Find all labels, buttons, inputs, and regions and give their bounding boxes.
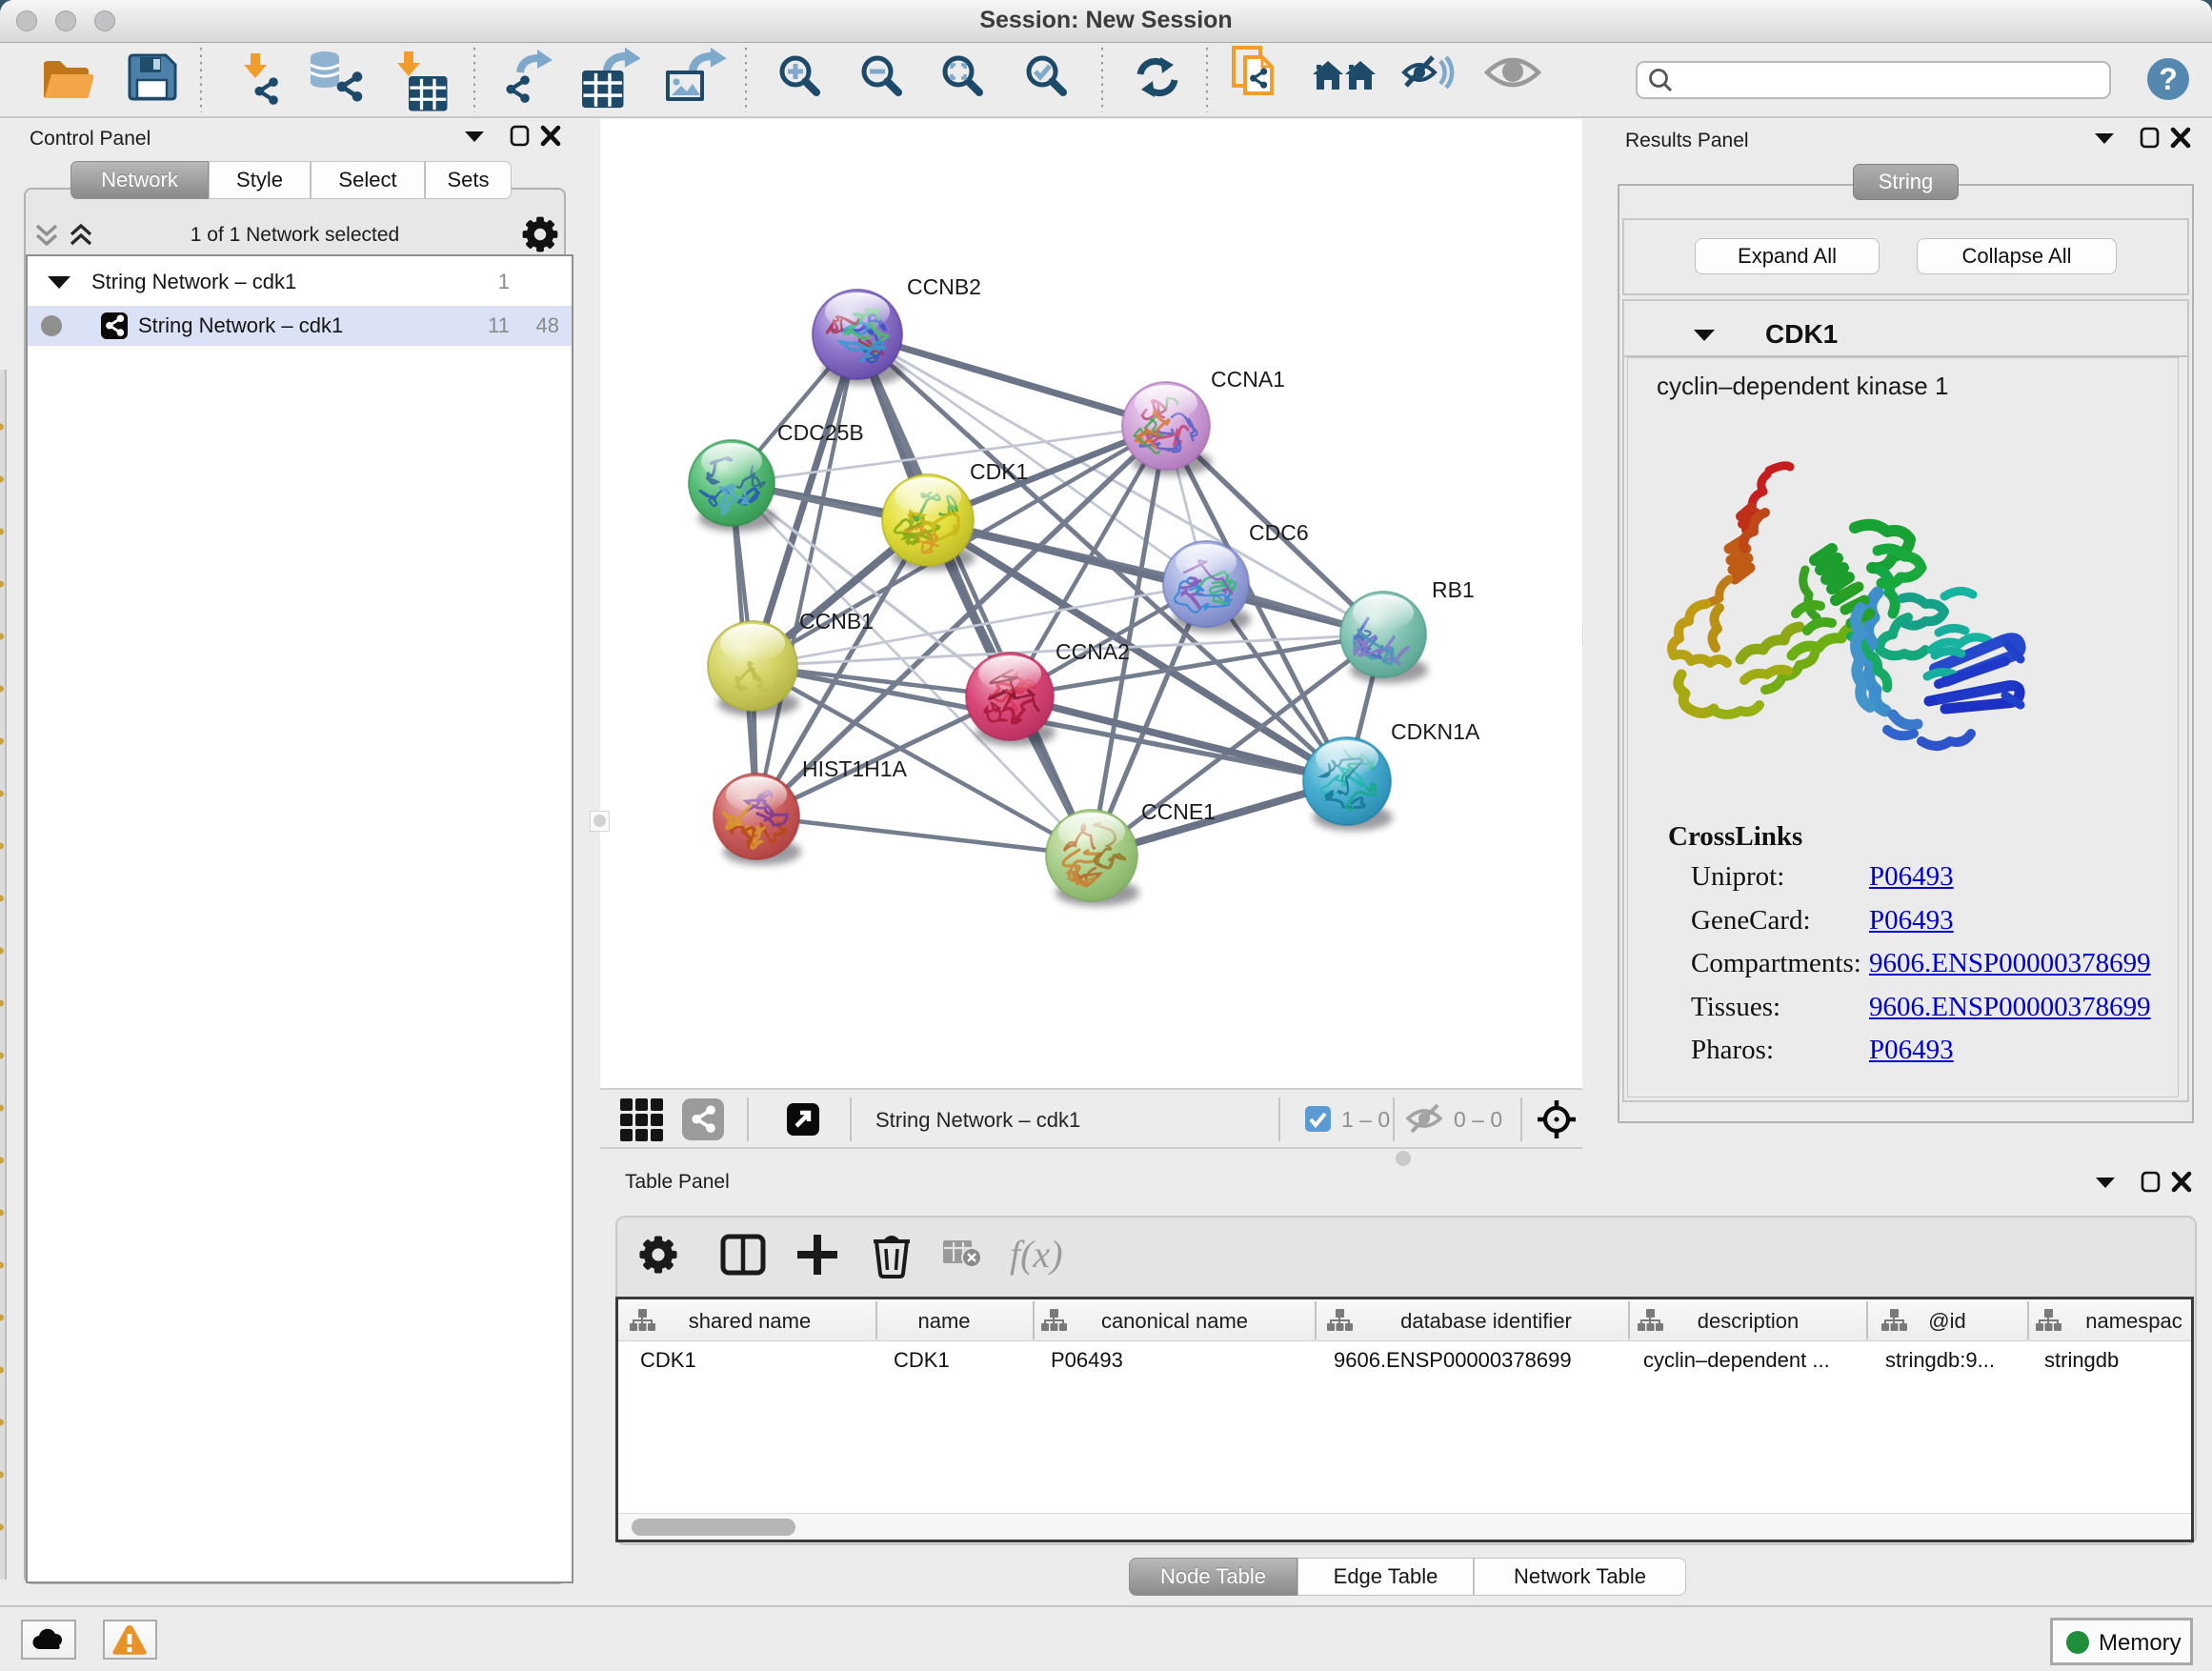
svg-text:CCNA1: CCNA1 bbox=[1211, 367, 1285, 392]
svg-text:String Network – cdk1: String Network – cdk1 bbox=[875, 1108, 1080, 1132]
svg-text:CDC6: CDC6 bbox=[1249, 520, 1309, 545]
svg-text:database identifier: database identifier bbox=[1400, 1309, 1572, 1333]
svg-text:canonical name: canonical name bbox=[1101, 1309, 1248, 1333]
svg-text:name: name bbox=[917, 1309, 970, 1333]
svg-text:f(x): f(x) bbox=[1010, 1233, 1063, 1276]
svg-text:CCNE1: CCNE1 bbox=[1141, 799, 1216, 824]
svg-text:CCNA2: CCNA2 bbox=[1056, 639, 1130, 664]
svg-text:1 – 0: 1 – 0 bbox=[1341, 1107, 1390, 1132]
svg-text:CDC25B: CDC25B bbox=[777, 420, 864, 445]
svg-text:CCNB2: CCNB2 bbox=[907, 274, 981, 299]
svg-text:CDKN1A: CDKN1A bbox=[1391, 719, 1480, 744]
svg-text:CDK1: CDK1 bbox=[970, 459, 1028, 484]
svg-text:@id: @id bbox=[1928, 1309, 1965, 1333]
svg-text:CCNB1: CCNB1 bbox=[799, 609, 874, 634]
svg-text:0 – 0: 0 – 0 bbox=[1454, 1107, 1502, 1132]
svg-text:namespac: namespac bbox=[2085, 1309, 2182, 1333]
svg-text:shared name: shared name bbox=[689, 1309, 811, 1333]
svg-text:RB1: RB1 bbox=[1432, 577, 1475, 602]
svg-text:description: description bbox=[1698, 1309, 1799, 1333]
svg-text:HIST1H1A: HIST1H1A bbox=[802, 756, 908, 781]
